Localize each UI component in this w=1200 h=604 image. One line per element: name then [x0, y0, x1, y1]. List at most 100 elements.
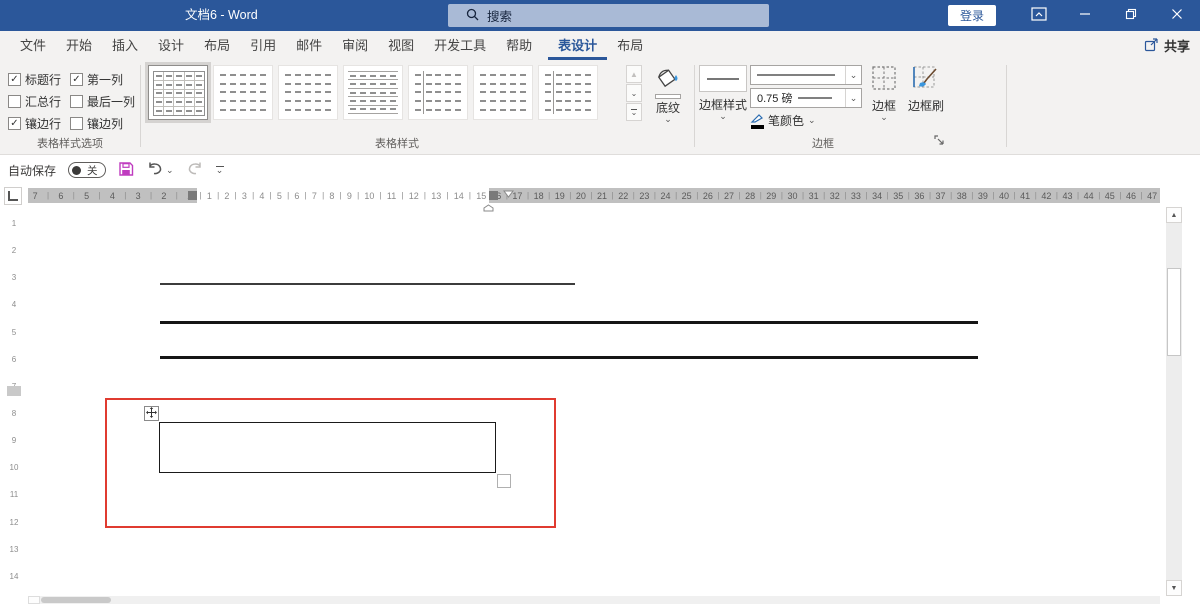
ruler-number: 24 [661, 191, 671, 201]
ruler-number: 18 [534, 191, 544, 201]
table-style-thumbnail-6[interactable] [473, 65, 533, 120]
ruler-number: 34 [872, 191, 882, 201]
title-bar: 文档6 - Word 搜索 登录 [0, 0, 1200, 31]
tab-设计[interactable]: 设计 [148, 31, 194, 60]
tab-插入[interactable]: 插入 [102, 31, 148, 60]
quick-access-toolbar: 自动保存 关 ⌄ [8, 155, 224, 185]
minimize-button[interactable] [1062, 0, 1108, 31]
borders-button[interactable]: 边框 ⌄ [866, 65, 902, 121]
ruler-number: 21 [597, 191, 607, 201]
tab-布局[interactable]: 布局 [607, 31, 653, 60]
horizontal-scrollbar[interactable] [28, 596, 1160, 604]
ruler-number: 7 [33, 191, 38, 201]
border-painter-button[interactable]: 边框刷 [904, 65, 948, 114]
ruler-number: 12 [409, 191, 419, 201]
table-style-thumbnail-1[interactable] [148, 65, 208, 120]
checkbox-汇总行[interactable]: 汇总行 [8, 90, 70, 112]
shading-icon [655, 65, 681, 92]
borders-dialog-launcher[interactable] [934, 132, 944, 150]
table-style-thumbnail-5[interactable] [408, 65, 468, 120]
table-style-thumbnail-2[interactable] [213, 65, 273, 120]
line-style-combo[interactable]: ⌄ [750, 65, 862, 85]
close-button[interactable] [1154, 0, 1200, 31]
table-style-thumbnail-4[interactable] [343, 65, 403, 120]
restore-button[interactable] [1108, 0, 1154, 31]
sign-in-button[interactable]: 登录 [948, 5, 996, 26]
right-indent-marker[interactable] [483, 199, 494, 217]
customize-qat-button[interactable]: ⌄ [216, 166, 224, 174]
tab-开发工具[interactable]: 开发工具 [424, 31, 496, 60]
undo-icon [146, 161, 164, 180]
ruler-number: 11 [387, 191, 396, 201]
ruler-number: 35 [893, 191, 903, 201]
ruler-number: 2 [224, 191, 229, 201]
unchecked-box-icon [8, 95, 21, 108]
redo-button[interactable] [186, 161, 204, 180]
scroll-left-button[interactable] [28, 596, 40, 604]
search-box[interactable]: 搜索 [448, 4, 769, 27]
tab-文件[interactable]: 文件 [10, 31, 56, 60]
ruler-number: 36 [914, 191, 924, 201]
gallery-scroll-up-button[interactable]: ▲ [626, 65, 642, 83]
chevron-down-icon: ⌄ [166, 167, 174, 174]
horizontal-scrollbar-thumb[interactable] [41, 597, 111, 603]
checkbox-第一列[interactable]: ✓第一列 [70, 68, 150, 90]
ribbon-display-options-icon [1031, 7, 1047, 24]
checkbox-镶边行[interactable]: ✓镶边行 [8, 112, 70, 134]
gallery-more-icon: ⌄ [631, 109, 638, 115]
ruler-number: 9 [347, 191, 352, 201]
tab-帮助[interactable]: 帮助 [496, 31, 542, 60]
tab-视图[interactable]: 视图 [378, 31, 424, 60]
undo-button[interactable]: ⌄ [146, 161, 174, 180]
tab-开始[interactable]: 开始 [56, 31, 102, 60]
autosave-state: 关 [87, 163, 98, 178]
ruler-number: 8 [329, 191, 334, 201]
tab-审阅[interactable]: 审阅 [332, 31, 378, 60]
vertical-ruler[interactable]: 1234567891011121314 [7, 210, 21, 590]
tab-表设计[interactable]: 表设计 [548, 31, 607, 60]
save-button[interactable] [118, 161, 134, 180]
ribbon-display-options-button[interactable] [1016, 0, 1062, 31]
table-style-thumbnail-7[interactable] [538, 65, 598, 120]
pen-color-button[interactable]: 笔颜色 ⌄ [750, 112, 816, 129]
triangle-down-icon: ▼ [1171, 585, 1178, 592]
autosave-toggle[interactable]: 关 [68, 162, 106, 178]
border-styles-button[interactable]: 边框样式 ⌄ [698, 65, 748, 120]
checkbox-最后一列[interactable]: 最后一列 [70, 90, 150, 112]
document-table-cell[interactable] [159, 422, 496, 473]
table-move-handle[interactable] [144, 406, 159, 421]
gallery-scroll-down-button[interactable]: ⌄ [626, 84, 642, 102]
ruler-right-margin: 16|17|18|19|20|21|22|23|24|25|26|27|28|2… [489, 188, 1160, 203]
table-style-thumbnail-3[interactable] [278, 65, 338, 120]
scroll-down-button[interactable]: ▼ [1166, 580, 1182, 596]
gallery-more-button[interactable]: ⌄ [626, 103, 642, 121]
pen-color-label: 笔颜色 [768, 112, 804, 129]
checkbox-镶边列[interactable]: 镶边列 [70, 112, 150, 134]
ruler-number: 13 [431, 191, 441, 201]
tab-引用[interactable]: 引用 [240, 31, 286, 60]
ribbon: ✓标题行✓第一列汇总行最后一列✓镶边行镶边列 表格样式选项 ▲ ⌄ ⌄ 底纹 ⌄… [0, 60, 1200, 155]
vertical-scrollbar[interactable] [1166, 207, 1182, 596]
shading-button[interactable]: 底纹 ⌄ [646, 65, 690, 123]
autosave-label: 自动保存 [8, 162, 56, 179]
word-window: 文档6 - Word 搜索 登录 [0, 0, 1200, 604]
vertical-scrollbar-thumb[interactable] [1167, 268, 1181, 356]
table-column-marker[interactable] [188, 191, 197, 200]
ruler-number: 29 [766, 191, 776, 201]
tab-stop-selector[interactable] [4, 187, 22, 205]
ruler-number: 44 [1084, 191, 1094, 201]
ruler-number: 26 [703, 191, 713, 201]
ruler-number: 45 [1105, 191, 1115, 201]
table-resize-handle[interactable] [497, 474, 511, 488]
line-weight-combo[interactable]: 0.75 磅 ⌄ [750, 88, 862, 108]
scroll-up-button[interactable]: ▲ [1166, 207, 1182, 223]
ruler-number: 46 [1126, 191, 1136, 201]
share-button[interactable]: 共享 [1144, 31, 1190, 60]
first-line-indent-marker[interactable] [503, 185, 514, 203]
pen-color-icon [750, 113, 764, 129]
checkbox-标题行[interactable]: ✓标题行 [8, 68, 70, 90]
tab-布局[interactable]: 布局 [194, 31, 240, 60]
horizontal-ruler[interactable]: 7|6|5|4|3|2|1 |1|2|3|4|5|6|7|8|9|10|11|1… [28, 188, 1160, 203]
tab-邮件[interactable]: 邮件 [286, 31, 332, 60]
ruler-number: 33 [851, 191, 861, 201]
